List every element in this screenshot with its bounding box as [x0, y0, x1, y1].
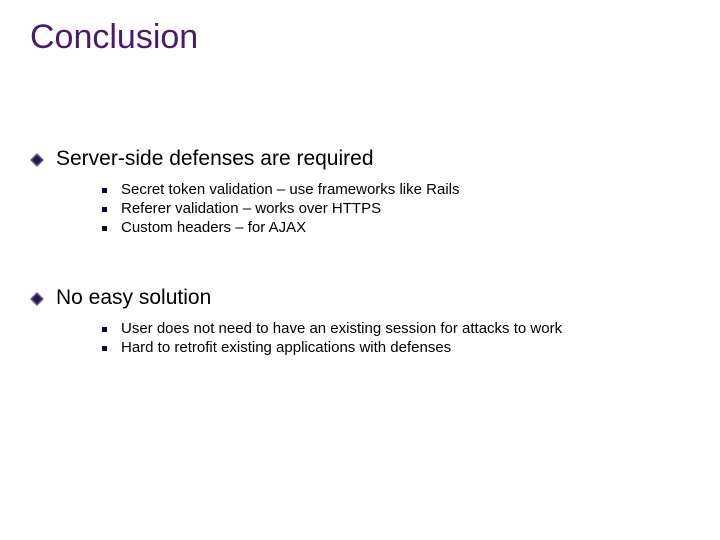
sub-bullet-text: User does not need to have an existing s… [121, 320, 562, 337]
square-icon [102, 226, 107, 231]
slide: Conclusion Server-side defenses are requ… [0, 0, 720, 540]
sub-bullet-item: Secret token validation – use frameworks… [102, 181, 690, 198]
sub-bullet-text: Hard to retrofit existing applications w… [121, 339, 451, 356]
bullet-text: Server-side defenses are required [56, 147, 374, 171]
sub-bullet-item: Custom headers – for AJAX [102, 219, 690, 236]
sub-bullet-text: Referer validation – works over HTTPS [121, 200, 381, 217]
diamond-icon [30, 153, 44, 167]
bullet-item: No easy solution [30, 286, 690, 310]
square-icon [102, 188, 107, 193]
sub-bullet-item: User does not need to have an existing s… [102, 320, 690, 337]
bullet-text: No easy solution [56, 286, 211, 310]
square-icon [102, 346, 107, 351]
diamond-icon [30, 292, 44, 306]
sub-list: User does not need to have an existing s… [102, 320, 690, 356]
sub-list: Secret token validation – use frameworks… [102, 181, 690, 236]
slide-title: Conclusion [30, 18, 690, 57]
square-icon [102, 327, 107, 332]
sub-bullet-text: Secret token validation – use frameworks… [121, 181, 459, 198]
sub-bullet-item: Referer validation – works over HTTPS [102, 200, 690, 217]
bullet-item: Server-side defenses are required [30, 147, 690, 171]
sub-bullet-text: Custom headers – for AJAX [121, 219, 306, 236]
square-icon [102, 207, 107, 212]
sub-bullet-item: Hard to retrofit existing applications w… [102, 339, 690, 356]
